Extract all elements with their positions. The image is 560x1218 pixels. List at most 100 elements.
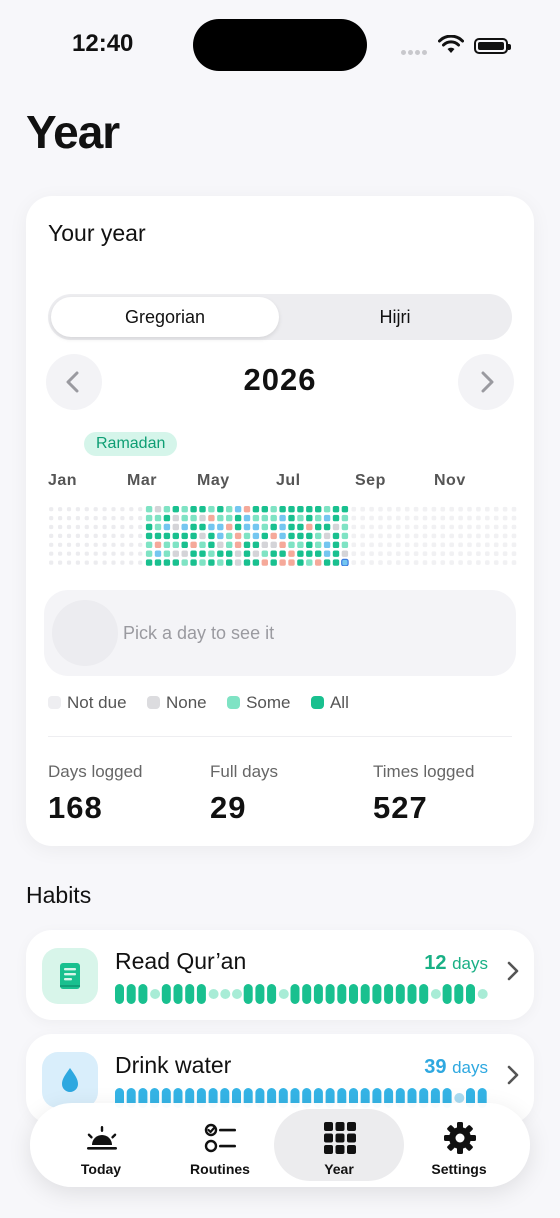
heatmap-day-cell[interactable]	[261, 506, 268, 513]
heatmap-day-cell[interactable]	[502, 560, 508, 565]
heatmap-day-cell[interactable]	[351, 560, 357, 565]
heatmap-day-cell[interactable]	[485, 560, 490, 565]
heatmap-day-cell[interactable]	[190, 550, 197, 557]
heatmap-day-cell[interactable]	[360, 542, 365, 548]
heatmap-day-cell[interactable]	[261, 541, 268, 548]
heatmap-day-cell[interactable]	[467, 515, 472, 521]
heatmap-day-cell[interactable]	[413, 533, 419, 539]
heatmap-day-cell[interactable]	[511, 524, 517, 530]
heatmap-day-cell[interactable]	[332, 550, 340, 557]
heatmap-day-cell[interactable]	[181, 550, 188, 557]
heatmap-day-cell[interactable]	[396, 515, 401, 521]
heatmap-day-cell[interactable]	[288, 559, 295, 566]
heatmap-day-cell[interactable]	[369, 533, 374, 539]
heatmap-day-cell[interactable]	[315, 541, 322, 548]
heatmap-day-cell[interactable]	[360, 515, 365, 521]
heatmap-day-cell[interactable]	[208, 523, 215, 531]
heatmap-day-cell[interactable]	[120, 507, 125, 512]
heatmap-day-cell[interactable]	[422, 542, 428, 548]
heatmap-day-cell[interactable]	[243, 541, 251, 548]
heatmap-day-cell[interactable]	[467, 560, 472, 565]
heatmap-day-cell[interactable]	[75, 542, 80, 547]
heatmap-day-cell[interactable]	[440, 542, 446, 548]
heatmap-day-cell[interactable]	[102, 542, 107, 547]
heatmap-day-cell[interactable]	[378, 542, 383, 548]
heatmap-day-cell[interactable]	[476, 506, 481, 512]
heatmap-day-cell[interactable]	[243, 559, 251, 566]
heatmap-day-cell[interactable]	[404, 533, 410, 539]
heatmap-day-cell[interactable]	[208, 550, 215, 557]
heatmap-day-cell[interactable]	[288, 514, 295, 522]
heatmap-day-cell[interactable]	[234, 514, 242, 522]
heatmap-day-cell[interactable]	[449, 560, 454, 565]
heatmap-day-cell[interactable]	[138, 551, 143, 556]
heatmap-day-cell[interactable]	[58, 560, 63, 565]
heatmap-day-cell[interactable]	[58, 551, 63, 556]
heatmap-day-cell[interactable]	[360, 524, 365, 530]
heatmap-day-cell[interactable]	[485, 515, 490, 521]
heatmap-day-cell[interactable]	[75, 533, 80, 538]
heatmap-day-cell[interactable]	[145, 532, 153, 540]
heatmap-day-cell[interactable]	[413, 560, 419, 565]
heatmap-day-cell[interactable]	[323, 523, 331, 531]
heatmap-day-cell[interactable]	[422, 560, 428, 565]
segment-gregorian[interactable]: Gregorian	[51, 297, 279, 337]
heatmap-day-cell[interactable]	[431, 506, 437, 512]
heatmap-day-cell[interactable]	[154, 541, 162, 548]
heatmap-day-cell[interactable]	[49, 507, 54, 512]
heatmap-day-cell[interactable]	[84, 516, 89, 521]
heatmap-day-cell[interactable]	[378, 515, 383, 521]
heatmap-day-cell[interactable]	[243, 514, 251, 522]
heatmap-day-cell[interactable]	[332, 559, 340, 566]
heatmap-day-cell[interactable]	[351, 533, 357, 539]
heatmap-day-cell[interactable]	[332, 506, 340, 513]
heatmap-day-cell[interactable]	[449, 515, 454, 521]
heatmap-day-cell[interactable]	[84, 524, 89, 530]
heatmap-day-cell[interactable]	[511, 542, 517, 548]
heatmap-day-cell[interactable]	[49, 551, 54, 556]
heatmap-day-cell[interactable]	[208, 514, 215, 522]
heatmap-day-cell[interactable]	[288, 541, 295, 548]
heatmap-day-cell[interactable]	[332, 514, 340, 522]
heatmap-day-cell[interactable]	[440, 524, 446, 530]
heatmap-day-cell[interactable]	[341, 550, 349, 557]
heatmap-day-cell[interactable]	[217, 514, 224, 522]
heatmap-day-cell[interactable]	[404, 524, 410, 530]
heatmap-day-cell[interactable]	[93, 560, 98, 565]
heatmap-day-cell[interactable]	[270, 559, 277, 566]
heatmap-day-cell[interactable]	[431, 515, 437, 521]
heatmap-day-cell[interactable]	[485, 524, 490, 530]
heatmap-day-cell[interactable]	[181, 559, 188, 566]
heatmap-day-cell[interactable]	[58, 516, 63, 521]
heatmap-day-cell[interactable]	[129, 542, 134, 547]
heatmap-day-cell[interactable]	[172, 559, 179, 566]
heatmap-day-cell[interactable]	[413, 551, 419, 556]
heatmap-day-cell[interactable]	[243, 532, 251, 540]
heatmap-day-cell[interactable]	[163, 506, 171, 513]
heatmap-day-cell[interactable]	[485, 542, 490, 548]
heatmap-day-cell[interactable]	[351, 524, 357, 530]
heatmap-day-cell[interactable]	[297, 514, 304, 522]
heatmap-day-cell[interactable]	[66, 516, 72, 521]
heatmap-day-cell[interactable]	[163, 514, 171, 522]
heatmap-day-cell[interactable]	[306, 550, 313, 557]
heatmap-day-cell[interactable]	[323, 532, 331, 540]
heatmap-day-cell[interactable]	[288, 532, 295, 540]
heatmap-day-cell[interactable]	[111, 524, 116, 530]
heatmap-day-cell[interactable]	[431, 542, 437, 548]
heatmap-day-cell[interactable]	[422, 551, 428, 556]
heatmap-day-cell[interactable]	[252, 550, 260, 557]
heatmap-day-cell[interactable]	[111, 533, 116, 538]
heatmap-day-cell[interactable]	[297, 559, 304, 566]
heatmap-day-cell[interactable]	[341, 541, 349, 548]
heatmap-day-cell[interactable]	[120, 560, 125, 565]
heatmap-day-cell[interactable]	[306, 523, 313, 531]
heatmap-day-cell[interactable]	[217, 532, 224, 540]
heatmap-day-cell[interactable]	[84, 551, 89, 556]
heatmap-day-cell[interactable]	[387, 524, 392, 530]
heatmap-day-cell[interactable]	[93, 533, 98, 538]
heatmap-day-cell[interactable]	[467, 551, 472, 556]
heatmap-day-cell[interactable]	[502, 506, 508, 512]
heatmap-day-cell[interactable]	[315, 523, 322, 531]
heatmap-day-cell[interactable]	[226, 532, 233, 540]
